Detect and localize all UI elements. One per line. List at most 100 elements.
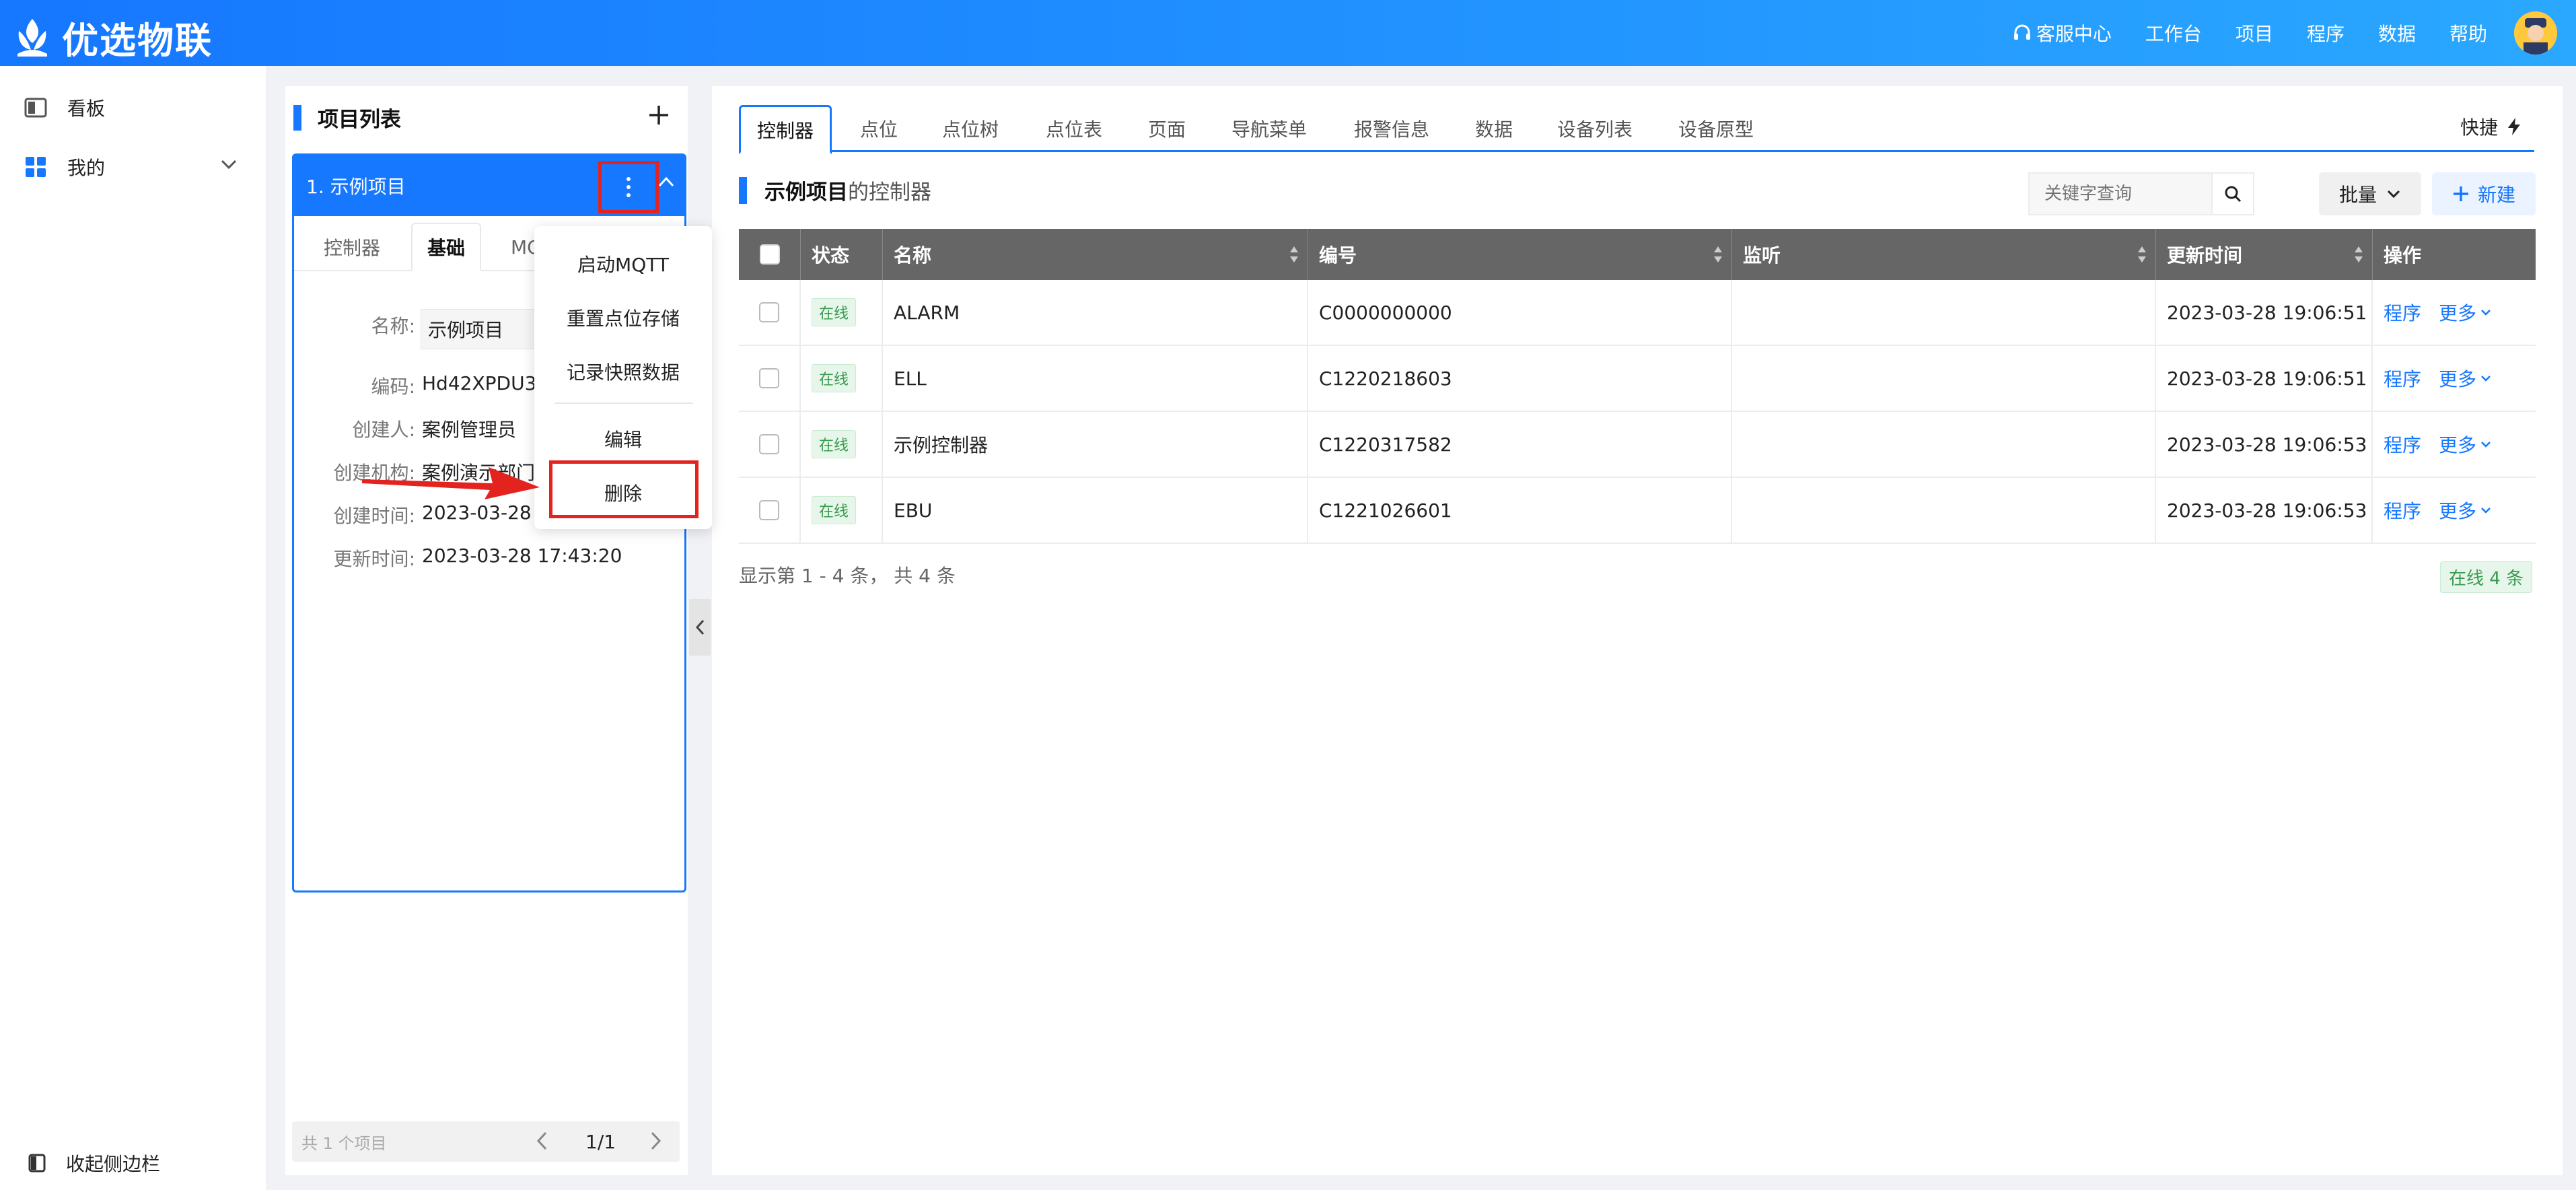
new-button[interactable]: 新建 xyxy=(2432,172,2536,215)
chevron-down-icon[interactable] xyxy=(220,159,238,170)
menu-record-snapshot[interactable]: 记录快照数据 xyxy=(534,358,712,385)
tab-point-table[interactable]: 点位表 xyxy=(1046,105,1102,152)
grid-icon xyxy=(26,157,46,177)
table-row[interactable]: 在线 ELL C1220218603 2023-03-28 19:06:51 程… xyxy=(739,346,2536,412)
program-link[interactable]: 程序 xyxy=(2384,497,2421,524)
search-button[interactable] xyxy=(2211,174,2253,214)
header-select-all[interactable] xyxy=(739,229,801,280)
name-cell: ALARM xyxy=(883,280,1308,345)
search-box xyxy=(2028,172,2254,215)
table-row[interactable]: 在线 EBU C1221026601 2023-03-28 19:06:53 程… xyxy=(739,478,2536,544)
menu-reset-point-storage[interactable]: 重置点位存储 xyxy=(534,304,712,331)
row-checkbox[interactable] xyxy=(759,368,779,388)
code-cell: C0000000000 xyxy=(1308,280,1732,345)
header-name[interactable]: 名称 xyxy=(883,229,1308,280)
header-code[interactable]: 编号 xyxy=(1308,229,1732,280)
program-link[interactable]: 程序 xyxy=(2384,431,2421,458)
sidebar-item-board[interactable]: 看板 xyxy=(24,94,105,121)
quick-button[interactable]: 快捷 xyxy=(2460,113,2522,140)
updated-value: 2023-03-28 17:43:20 xyxy=(422,545,622,567)
lightning-icon xyxy=(2508,118,2520,135)
tab-device-prototype[interactable]: 设备原型 xyxy=(1678,105,1754,152)
program-link[interactable]: 程序 xyxy=(2384,299,2421,326)
sort-icon[interactable] xyxy=(2353,245,2364,264)
table-row[interactable]: 在线 ALARM C0000000000 2023-03-28 19:06:51… xyxy=(739,280,2536,346)
more-link[interactable]: 更多 xyxy=(2439,497,2491,524)
batch-button[interactable]: 批量 xyxy=(2319,172,2421,215)
sort-icon[interactable] xyxy=(2137,245,2147,264)
tab-controller[interactable]: 控制器 xyxy=(309,223,395,271)
sort-icon[interactable] xyxy=(1713,245,1723,264)
project-card-header[interactable]: 1. 示例项目 xyxy=(294,155,684,216)
tab-nav-menu[interactable]: 导航菜单 xyxy=(1231,105,1307,152)
more-link[interactable]: 更多 xyxy=(2439,431,2491,458)
tab-alarm-info[interactable]: 报警信息 xyxy=(1354,105,1429,152)
tab-point[interactable]: 点位 xyxy=(860,105,898,152)
nav-service-label: 客服中心 xyxy=(2036,23,2112,45)
tab-controller[interactable]: 控制器 xyxy=(739,105,832,154)
code-cell: C1221026601 xyxy=(1308,478,1732,542)
nav-workbench[interactable]: 工作台 xyxy=(2145,20,2202,46)
collapse-sidebar-label: 收起侧边栏 xyxy=(66,1153,161,1175)
search-input[interactable] xyxy=(2030,174,2211,214)
brand-name: 优选物联 xyxy=(62,20,213,62)
chevron-left-icon[interactable] xyxy=(536,1131,548,1151)
project-list-title: 项目列表 xyxy=(318,108,401,132)
chevron-right-icon[interactable] xyxy=(650,1131,662,1151)
creator-label: 创建人: xyxy=(352,419,415,441)
red-arrow-icon xyxy=(362,467,540,499)
collapse-panel-handle[interactable] xyxy=(689,599,711,656)
collapse-sidebar-button[interactable]: 收起侧边栏 xyxy=(28,1150,160,1177)
nav-program[interactable]: 程序 xyxy=(2307,20,2345,46)
tab-device-list[interactable]: 设备列表 xyxy=(1557,105,1633,152)
created-value: 2023-03-28 xyxy=(422,501,532,524)
updated-cell: 2023-03-28 19:06:51 xyxy=(2156,346,2373,411)
project-more-button[interactable] xyxy=(598,161,659,213)
nav-service-center[interactable]: 客服中心 xyxy=(2012,20,2112,46)
status-badge: 在线 xyxy=(812,430,857,458)
nav-data[interactable]: 数据 xyxy=(2378,20,2416,46)
sidebar-item-mine[interactable]: 我的 xyxy=(24,153,105,180)
program-link[interactable]: 程序 xyxy=(2384,365,2421,392)
headset-icon xyxy=(2013,24,2030,40)
sort-icon[interactable] xyxy=(1289,245,1299,264)
updated-label: 更新时间: xyxy=(333,548,415,570)
chevron-up-icon[interactable] xyxy=(657,176,675,188)
header-updated[interactable]: 更新时间 xyxy=(2156,229,2373,280)
more-link[interactable]: 更多 xyxy=(2439,365,2491,392)
table-row[interactable]: 在线 示例控制器 C1220317582 2023-03-28 19:06:53… xyxy=(739,412,2536,478)
accent-bar xyxy=(739,176,747,204)
select-all-checkbox[interactable] xyxy=(759,244,780,265)
nav-help[interactable]: 帮助 xyxy=(2449,20,2487,46)
chevron-down-icon xyxy=(2481,442,2491,448)
add-project-icon[interactable] xyxy=(647,104,670,127)
tab-data[interactable]: 数据 xyxy=(1475,105,1513,152)
row-checkbox[interactable] xyxy=(759,302,779,322)
nav-project[interactable]: 项目 xyxy=(2235,20,2273,46)
menu-start-mqtt[interactable]: 启动MQTT xyxy=(534,250,712,277)
project-name: 1. 示例项目 xyxy=(306,176,406,198)
tab-point-tree[interactable]: 点位树 xyxy=(942,105,999,152)
updated-cell: 2023-03-28 19:06:53 xyxy=(2156,478,2373,542)
more-link[interactable]: 更多 xyxy=(2439,299,2491,326)
row-select-cell xyxy=(739,412,801,477)
tab-page[interactable]: 页面 xyxy=(1148,105,1186,152)
code-cell: C1220317582 xyxy=(1308,412,1732,477)
app-logo[interactable]: 优选物联 xyxy=(12,11,213,64)
header-listen[interactable]: 监听 xyxy=(1732,229,2156,280)
menu-edit[interactable]: 编辑 xyxy=(534,425,712,452)
row-select-cell xyxy=(739,280,801,345)
row-checkbox[interactable] xyxy=(759,434,779,454)
more-vertical-icon xyxy=(627,177,631,197)
row-checkbox[interactable] xyxy=(759,500,779,520)
name-cell: ELL xyxy=(883,346,1308,411)
actions-cell: 程序 更多 xyxy=(2373,412,2536,477)
user-avatar[interactable] xyxy=(2514,11,2557,55)
header-status: 状态 xyxy=(801,229,883,280)
listen-cell xyxy=(1732,280,2156,345)
sidebar-toggle-icon xyxy=(28,1154,46,1172)
code-label: 编码: xyxy=(371,376,415,398)
chevron-down-icon xyxy=(2481,508,2491,514)
status-cell: 在线 xyxy=(801,346,883,411)
tab-basic[interactable]: 基础 xyxy=(411,223,482,271)
